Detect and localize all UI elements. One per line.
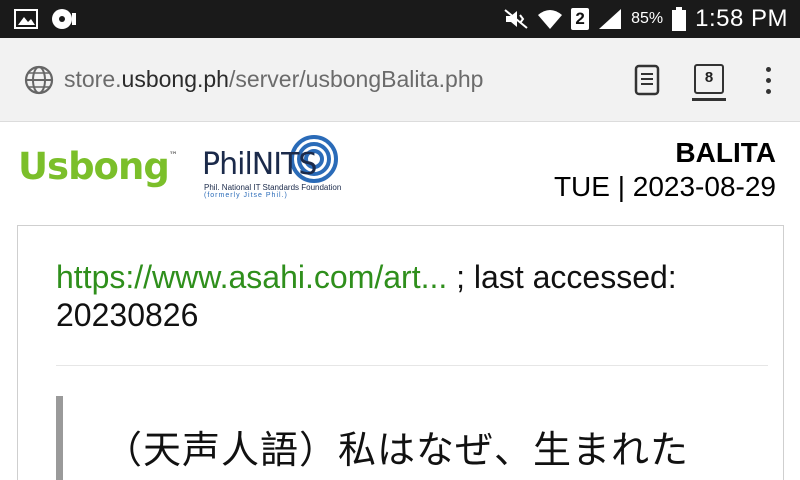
tab-switcher-button[interactable]: 8 [694,64,724,94]
divider [56,365,768,366]
article-quote-title: （天声人語）私はなぜ、生まれた [104,428,690,472]
usbong-logo[interactable]: Usbong™ [18,145,178,188]
philnits-logo[interactable]: PhilNITS Phil. National IT Standards Fou… [198,133,346,203]
source-line: https://www.asahi.com/art... ; last acce… [56,258,746,334]
status-right-icons: 2 85% 1:58 PM [503,0,788,38]
article-card: https://www.asahi.com/art... ; last acce… [17,225,784,480]
source-link[interactable]: https://www.asahi.com/art... [56,259,447,295]
status-bar: 2 85% 1:58 PM [0,0,800,38]
philnits-subtitle: Phil. National IT Standards Foundation [204,183,342,192]
battery-icon [672,7,687,31]
signal-icon [599,9,622,29]
blockquote-bar [56,396,63,480]
usbong-logo-text: Usbong [18,145,170,188]
status-left-icons [14,7,78,31]
page-title: BALITA [675,137,776,168]
philnits-former-name: (formerly Jitse Phil.) [204,192,288,199]
clock: 1:58 PM [695,5,788,32]
reader-mode-icon[interactable] [634,64,660,96]
wifi-icon [538,10,563,29]
usbong-tm: ™ [168,151,178,161]
url-prefix: store. [64,66,122,92]
mute-icon [504,9,528,29]
tab-switcher-underline [692,98,726,101]
philnits-logo-text: PhilNITS [202,147,317,182]
overflow-menu-icon[interactable] [762,66,776,96]
image-icon [14,9,38,29]
page-header: Usbong™ PhilNITS Phil. National IT Stand… [0,123,800,223]
url-field[interactable]: store.usbong.ph/server/usbongBalita.php [64,66,483,93]
media-icon [52,9,76,29]
sim-slot-badge: 2 [571,8,590,30]
url-domain: usbong.ph [121,66,229,92]
globe-icon [24,65,54,95]
url-path: /server/usbongBalita.php [228,66,484,92]
page-date: TUE | 2023-08-29 [553,171,776,202]
battery-percent: 85% [631,10,664,27]
browser-toolbar: store.usbong.ph/server/usbongBalita.php … [0,38,800,122]
